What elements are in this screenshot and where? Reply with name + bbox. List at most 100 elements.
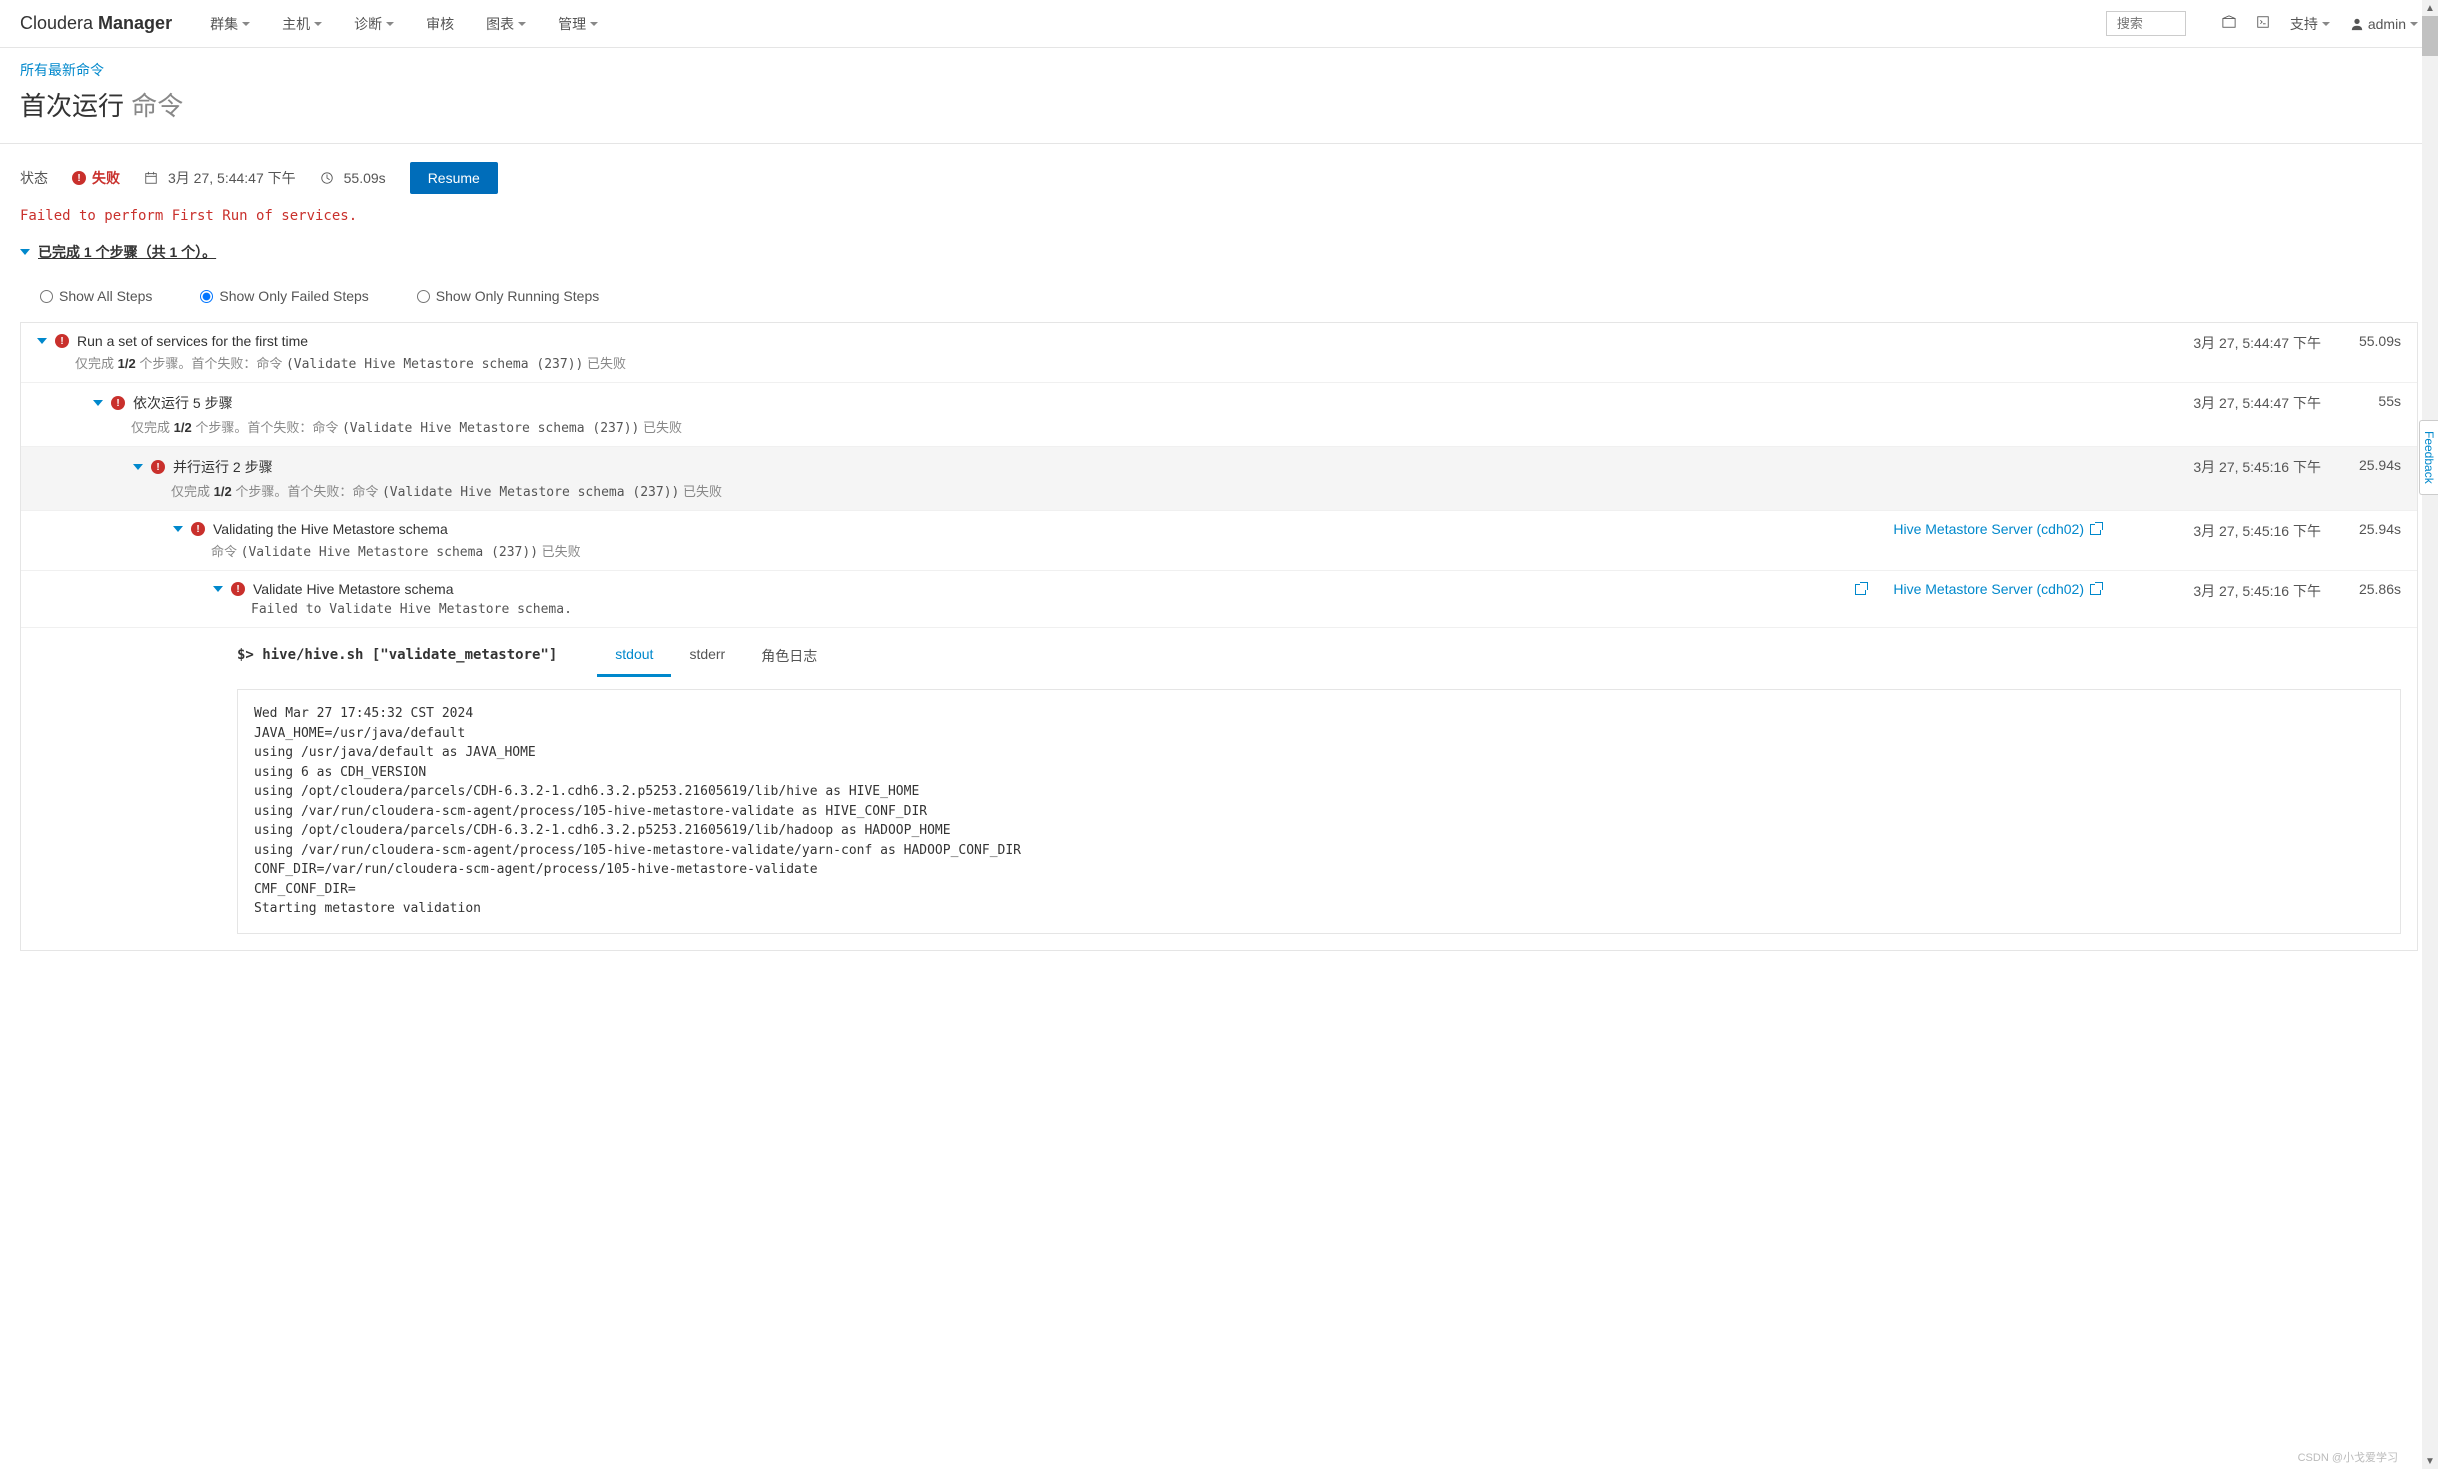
step-main: Validate Hive Metastore schema Failed to …: [37, 581, 1855, 617]
user-menu[interactable]: admin: [2350, 16, 2418, 32]
search-input[interactable]: [2106, 11, 2186, 36]
user-label: admin: [2368, 16, 2406, 32]
step-row: 并行运行 2 步骤仅完成 1/2 个步骤。首个失败：命令 (Validate H…: [21, 447, 2417, 511]
step-subtext: 命令 (Validate Hive Metastore schema (237)…: [211, 541, 1893, 560]
step-time: 3月 27, 5:44:47 下午: [2161, 333, 2321, 353]
title-sub: 命令: [124, 91, 183, 121]
chevron-down-icon: [314, 22, 322, 26]
divider: [0, 143, 2438, 144]
external-link-icon: [2090, 584, 2101, 595]
status-duration: 55.09s: [320, 170, 386, 186]
page-title: 首次运行 命令: [20, 86, 2418, 123]
nav-label: 管理: [558, 14, 586, 34]
status-failed-text: 失败: [92, 168, 120, 188]
step-title: 依次运行 5 步骤: [133, 393, 233, 413]
scroll-down-icon[interactable]: ▼: [2422, 1453, 2438, 1469]
step-title: Validate Hive Metastore schema: [253, 581, 454, 597]
command-row: $> hive/hive.sh ["validate_metastore"]st…: [221, 628, 2417, 677]
chevron-down-icon: [518, 22, 526, 26]
step-subtext: 仅完成 1/2 个步骤。首个失败：命令 (Validate Hive Metas…: [171, 481, 2161, 500]
clock-icon: [320, 171, 334, 185]
scrollbar[interactable]: ▲ ▼: [2422, 0, 2438, 1469]
radio-all[interactable]: [40, 290, 53, 303]
tab-角色日志[interactable]: 角色日志: [743, 638, 835, 677]
step-header[interactable]: Validate Hive Metastore schema: [213, 581, 1855, 597]
error-message: Failed to perform First Run of services.: [20, 208, 2418, 224]
chevron-down-icon: [2410, 22, 2418, 26]
error-icon: [191, 522, 205, 536]
error-icon: [55, 334, 69, 348]
support-label: 支持: [2290, 14, 2318, 34]
filter-running[interactable]: Show Only Running Steps: [417, 288, 599, 304]
user-icon: [2350, 17, 2364, 31]
logo-text-plain: Cloudera: [20, 13, 98, 33]
nav-diagnostics[interactable]: 诊断: [340, 2, 408, 46]
step-main: 依次运行 5 步骤仅完成 1/2 个步骤。首个失败：命令 (Validate H…: [37, 393, 2161, 436]
external-link-icon: [1855, 584, 1866, 595]
nav-audits[interactable]: 审核: [412, 2, 468, 46]
nav-label: 诊断: [354, 14, 382, 34]
logo[interactable]: Cloudera Manager: [20, 13, 172, 34]
status-failed: 失败: [72, 168, 120, 188]
step-header[interactable]: Run a set of services for the first time: [37, 333, 2161, 349]
step-main: Validating the Hive Metastore schema 命令 (…: [37, 521, 1893, 560]
step-duration: 25.94s: [2321, 521, 2401, 537]
radio-failed[interactable]: [200, 290, 213, 303]
step-row: Validate Hive Metastore schema Failed to …: [21, 571, 2417, 628]
breadcrumb[interactable]: 所有最新命令: [20, 60, 2418, 80]
scroll-up-icon[interactable]: ▲: [2422, 0, 2438, 16]
chevron-down-icon[interactable]: [37, 338, 47, 344]
chevron-down-icon: [386, 22, 394, 26]
step-subtext: Failed to Validate Hive Metastore schema…: [251, 601, 1855, 617]
nav-charts[interactable]: 图表: [472, 2, 540, 46]
step-row: Validating the Hive Metastore schema 命令 (…: [21, 511, 2417, 571]
step-header[interactable]: Validating the Hive Metastore schema: [173, 521, 1893, 537]
header: Cloudera Manager 群集 主机 诊断 审核 图表 管理 支持 ad…: [0, 0, 2438, 48]
support-menu[interactable]: 支持: [2290, 14, 2330, 34]
filter-failed[interactable]: Show Only Failed Steps: [200, 288, 368, 304]
status-datetime-text: 3月 27, 5:44:47 下午: [168, 168, 296, 188]
step-main: Run a set of services for the first time…: [37, 333, 2161, 372]
output-box[interactable]: Wed Mar 27 17:45:32 CST 2024 JAVA_HOME=/…: [237, 689, 2401, 934]
feedback-tab[interactable]: Feedback: [2419, 420, 2438, 495]
step-duration: 55s: [2321, 393, 2401, 409]
nav-admin[interactable]: 管理: [544, 2, 612, 46]
step-time: 3月 27, 5:45:16 下午: [2161, 581, 2321, 601]
step-subtext: 仅完成 1/2 个步骤。首个失败：命令 (Validate Hive Metas…: [75, 353, 2161, 372]
status-label: 状态: [20, 168, 48, 188]
resume-button[interactable]: Resume: [410, 162, 498, 194]
filter-all[interactable]: Show All Steps: [40, 288, 152, 304]
chevron-down-icon[interactable]: [133, 464, 143, 470]
nav-hosts[interactable]: 主机: [268, 2, 336, 46]
step-header[interactable]: 并行运行 2 步骤: [133, 457, 2161, 477]
step-time: 3月 27, 5:44:47 下午: [2161, 393, 2321, 413]
step-time: 3月 27, 5:45:16 下午: [2161, 457, 2321, 477]
parcels-icon[interactable]: [2222, 15, 2236, 32]
error-icon: [151, 460, 165, 474]
chevron-down-icon[interactable]: [213, 586, 223, 592]
step-duration: 55.09s: [2321, 333, 2401, 349]
filter-failed-label: Show Only Failed Steps: [219, 288, 368, 304]
step-duration: 25.86s: [2321, 581, 2401, 597]
steps-tree: Run a set of services for the first time…: [20, 322, 2418, 951]
step-header[interactable]: 依次运行 5 步骤: [93, 393, 2161, 413]
filter-row: Show All Steps Show Only Failed Steps Sh…: [20, 280, 2418, 322]
step-link[interactable]: Hive Metastore Server (cdh02): [1893, 521, 2101, 537]
step-time: 3月 27, 5:45:16 下午: [2161, 521, 2321, 541]
step-link[interactable]: Hive Metastore Server (cdh02): [1855, 581, 2101, 597]
error-icon: [231, 582, 245, 596]
chevron-down-icon[interactable]: [173, 526, 183, 532]
title-main: 首次运行: [20, 91, 124, 121]
running-commands-icon[interactable]: [2256, 15, 2270, 32]
nav-clusters[interactable]: 群集: [196, 2, 264, 46]
completed-steps-toggle[interactable]: 已完成 1 个步骤（共 1 个）。: [20, 242, 2418, 262]
scroll-thumb[interactable]: [2422, 16, 2438, 56]
step-subtext: 仅完成 1/2 个步骤。首个失败：命令 (Validate Hive Metas…: [131, 417, 2161, 436]
error-icon: [111, 396, 125, 410]
nav-label: 图表: [486, 14, 514, 34]
tab-stdout[interactable]: stdout: [597, 638, 671, 677]
chevron-down-icon[interactable]: [93, 400, 103, 406]
error-icon: [72, 171, 86, 185]
radio-running[interactable]: [417, 290, 430, 303]
tab-stderr[interactable]: stderr: [671, 638, 743, 677]
